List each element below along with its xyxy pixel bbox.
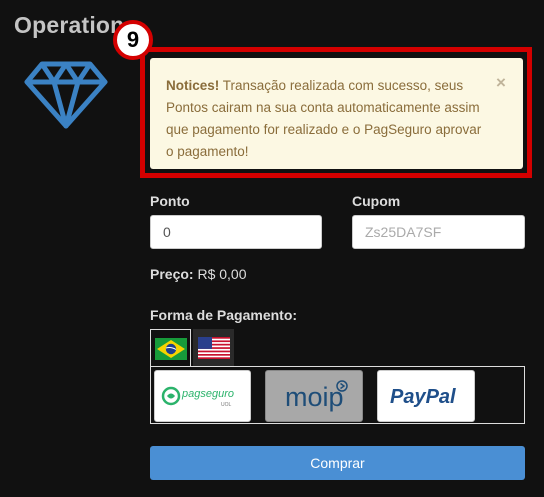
paypal-logo-text: PayPal	[390, 386, 456, 408]
price-row: Preço: R$ 0,00	[150, 266, 247, 282]
page-title: Operation	[14, 12, 125, 38]
pagseguro-logo-text: pagseguro	[181, 388, 234, 400]
paypal-logo: PayPal	[390, 386, 456, 408]
alert-close-icon[interactable]: ×	[496, 73, 506, 93]
ponto-label: Ponto	[150, 193, 190, 209]
moip-option[interactable]: moip	[265, 370, 363, 422]
tab-brazil[interactable]	[150, 329, 191, 367]
cupom-input[interactable]: Zs25DA7SF	[352, 215, 525, 249]
moip-logo: moip	[285, 380, 348, 412]
moip-logo-text: moip	[285, 382, 344, 412]
comprar-button[interactable]: Comprar	[150, 446, 525, 480]
price-value: R$ 0,00	[197, 266, 247, 282]
price-label: Preço:	[150, 266, 194, 282]
ponto-input[interactable]: 0	[150, 215, 322, 249]
success-alert: Notices! Transação realizada com sucesso…	[150, 58, 523, 169]
usa-flag-icon	[197, 337, 230, 359]
paypal-option[interactable]: PayPal	[377, 370, 475, 422]
step-number-badge: 9	[113, 20, 153, 60]
alert-heading: Notices!	[166, 78, 220, 93]
tab-usa[interactable]	[193, 329, 234, 367]
pagseguro-logo: pagseguro UOL	[161, 386, 234, 408]
payment-method-label: Forma de Pagamento:	[150, 307, 298, 323]
brazil-flag-icon	[154, 337, 187, 360]
cupom-input-placeholder: Zs25DA7SF	[365, 224, 442, 240]
cupom-label: Cupom	[352, 193, 401, 209]
pagseguro-logo-subtext: UOL	[221, 402, 232, 408]
pagseguro-option[interactable]: pagseguro UOL	[154, 370, 251, 422]
diamond-icon	[24, 61, 108, 129]
ponto-input-value: 0	[163, 224, 171, 240]
